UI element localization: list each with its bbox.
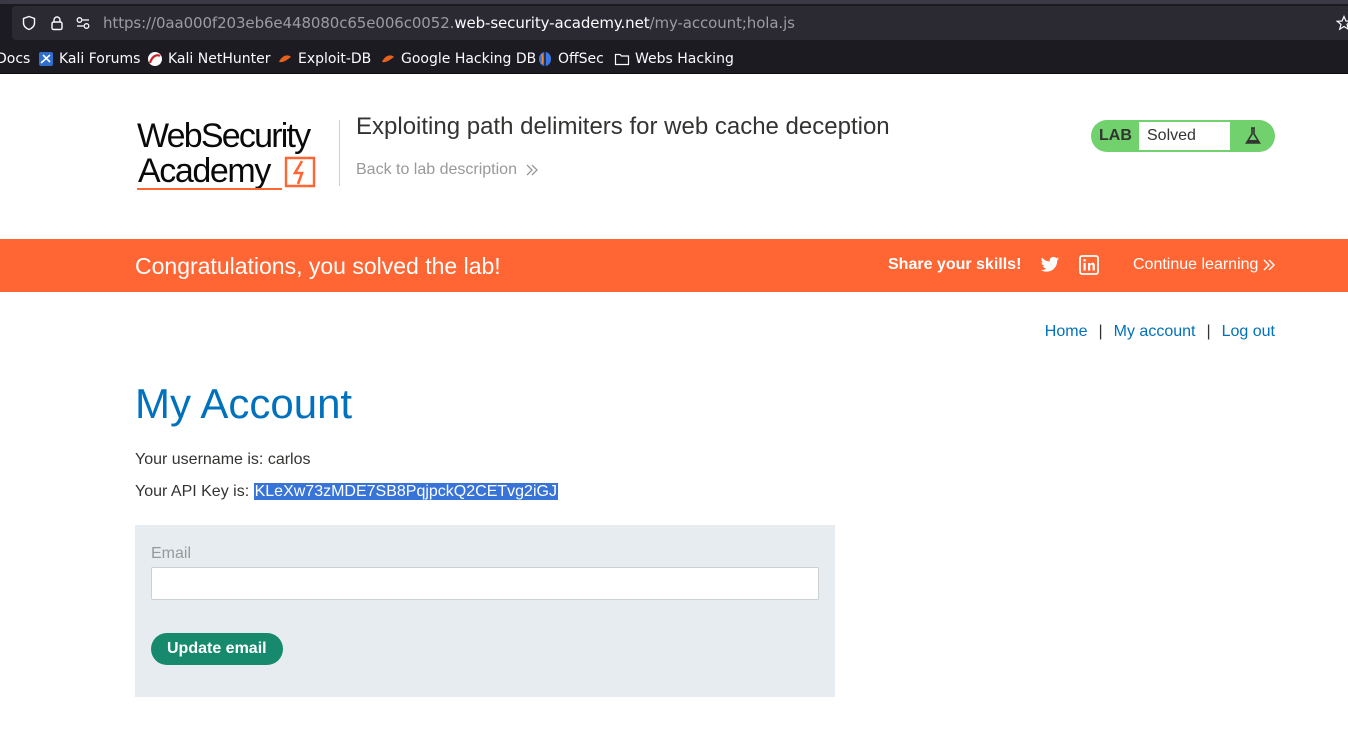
page-title: My Account [135, 380, 353, 427]
folder-icon [614, 53, 630, 66]
bookmark-label: Kali Forums [59, 51, 141, 67]
bookmark-label: Docs [0, 51, 31, 67]
solved-banner: Congratulations, you solved the lab! Sha… [0, 239, 1348, 292]
nav-separator: | [1098, 323, 1103, 340]
email-label: Email [151, 545, 192, 562]
nav-home-link[interactable]: Home [1045, 323, 1088, 341]
address-bar[interactable]: https://0aa000f203eb6e448080c65e006c0052… [12, 6, 1348, 40]
permissions-icon[interactable] [75, 15, 91, 31]
bookmark-label: OffSec [558, 51, 604, 67]
twitter-icon[interactable] [1040, 255, 1060, 275]
username-prefix: Your username is: [135, 451, 268, 468]
api-key-prefix: Your API Key is: [135, 483, 254, 500]
lock-icon[interactable] [49, 15, 65, 31]
flask-icon [1245, 127, 1261, 144]
double-chevron-right-icon [526, 164, 538, 176]
username-value: carlos [267, 451, 311, 468]
bookmark-webs-hacking[interactable]: Webs Hacking [614, 50, 734, 68]
continue-learning-link[interactable]: Continue learning [1133, 256, 1276, 274]
exploit-db-icon [279, 55, 291, 63]
kali-forums-icon [39, 52, 53, 66]
linkedin-icon[interactable] [1079, 255, 1099, 275]
kali-nethunter-icon [148, 52, 162, 66]
congratulations-text: Congratulations, you solved the lab! [135, 253, 501, 279]
nav-my-account-link[interactable]: My account [1114, 323, 1196, 341]
bookmark-star-icon[interactable] [1336, 15, 1348, 31]
email-field[interactable] [151, 567, 819, 600]
bookmark-exploit-db[interactable]: Exploit-DB [277, 50, 371, 68]
url-text[interactable]: https://0aa000f203eb6e448080c65e006c0052… [103, 14, 795, 32]
lab-status-text: Solved [1139, 122, 1230, 150]
bookmarks-toolbar: Docs Kali Forums Kali NetHunter Exploit-… [0, 44, 1348, 74]
url-prefix: https://0aa000f203eb6e448080c65e006c0052… [103, 14, 455, 32]
bookmark-label: Google Hacking DB [401, 51, 537, 67]
page-content: WebSecurity Academy Exploiting path deli… [0, 75, 1348, 746]
nav-log-out-link[interactable]: Log out [1222, 323, 1275, 341]
back-link-label: Back to lab description [356, 161, 517, 178]
update-email-button[interactable]: Update email [151, 633, 283, 665]
academy-bolt-icon [284, 156, 316, 188]
url-path: /my-account;hola.js [649, 14, 796, 32]
bookmark-ghdb[interactable]: Google Hacking DB [380, 50, 536, 68]
nav-separator: | [1206, 323, 1211, 340]
top-navigation: Home | My account | Log out [1045, 323, 1275, 341]
lab-status-badge: LAB Solved [1091, 120, 1275, 152]
bookmark-label: Exploit-DB [298, 51, 372, 67]
bookmark-label: Kali NetHunter [168, 51, 271, 67]
ghdb-icon [382, 55, 394, 63]
back-to-lab-description-link[interactable]: Back to lab description [356, 161, 539, 179]
logo-line2: Academy [138, 152, 271, 190]
bookmark-offsec[interactable]: OffSec [537, 50, 604, 68]
bookmark-kali-nethunter[interactable]: Kali NetHunter [147, 50, 270, 68]
web-security-academy-logo[interactable]: WebSecurity Academy [137, 117, 337, 192]
api-key-line: Your API Key is: KLeXw73zMDE7SB8PqjpckQ2… [135, 483, 558, 501]
browser-toolbar: https://0aa000f203eb6e448080c65e006c0052… [0, 0, 1348, 44]
bookmark-docs[interactable]: Docs [0, 50, 30, 68]
lab-title: Exploiting path delimiters for web cache… [356, 113, 890, 140]
logo-line1: WebSecurity [137, 117, 311, 155]
lab-badge-label: LAB [1099, 127, 1132, 144]
username-line: Your username is: carlos [135, 451, 311, 469]
continue-learning-label: Continue learning [1133, 256, 1259, 273]
url-host: web-security-academy.net [454, 14, 650, 32]
bookmark-kali-forums[interactable]: Kali Forums [38, 50, 140, 68]
offsec-icon [539, 52, 551, 66]
bookmark-label: Webs Hacking [635, 51, 734, 67]
share-skills-text: Share your skills! [888, 256, 1022, 273]
change-email-form: Email Update email [135, 525, 835, 697]
api-key-value[interactable]: KLeXw73zMDE7SB8PqjpckQ2CETvg2iGJ [253, 483, 558, 500]
tab-strip-edge [0, 0, 1348, 4]
logo-divider [339, 120, 340, 186]
double-chevron-right-icon [1263, 259, 1276, 271]
logo-underline [137, 188, 282, 190]
shield-icon[interactable] [21, 15, 37, 31]
